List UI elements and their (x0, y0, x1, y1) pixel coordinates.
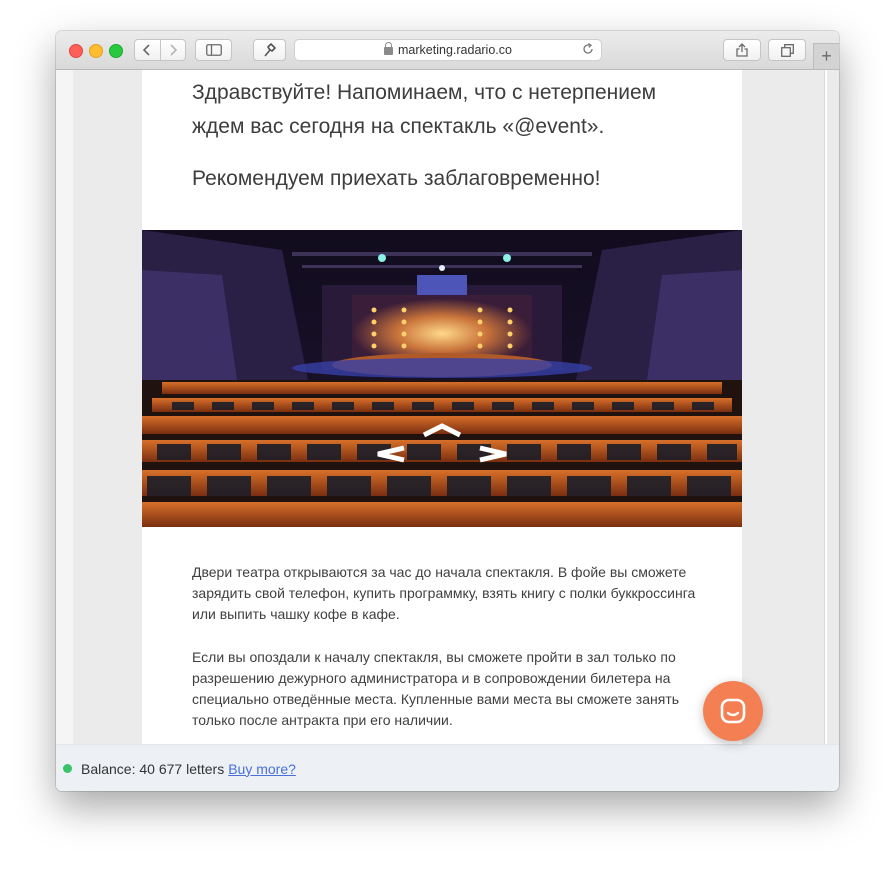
recommendation-heading: Рекомендуем приехать заблаговременно! (192, 167, 601, 190)
greeting-heading: Здравствуйте! Напоминаем, что с нетерпен… (192, 81, 657, 138)
reload-icon[interactable] (582, 42, 594, 58)
history-nav (134, 39, 186, 61)
forward-icon[interactable] (159, 40, 186, 60)
back-icon[interactable] (135, 40, 160, 60)
close-window-button[interactable] (69, 44, 83, 58)
tabs-icon[interactable] (768, 39, 806, 61)
status-dot (63, 764, 72, 773)
theater-panorama-image[interactable] (142, 230, 742, 527)
address-text: marketing.radario.co (398, 43, 512, 57)
buy-more-link[interactable]: Buy more? (228, 761, 296, 777)
balance-text: Balance: 40 677 letters (81, 760, 225, 777)
doors-open-paragraph: Двери театра открываются за час до начал… (192, 564, 696, 622)
minimize-window-button[interactable] (89, 44, 103, 58)
title-bar: marketing.radario.co + (56, 31, 839, 70)
address-bar[interactable]: marketing.radario.co (294, 39, 602, 61)
chat-icon (720, 698, 746, 724)
new-tab-icon[interactable]: + (813, 43, 839, 69)
chat-widget-button[interactable] (703, 681, 763, 741)
late-arrival-paragraph: Если вы опоздали к началу спектакля, вы … (192, 649, 680, 728)
browser-window: marketing.radario.co + Здравствуйте! Нап… (56, 31, 839, 791)
balance-footer: Balance: 40 677 letters Buy more? (56, 744, 839, 791)
share-icon[interactable] (723, 39, 761, 61)
page-left-gutter (56, 70, 73, 744)
extension-icon[interactable] (253, 39, 286, 61)
page-viewport: Здравствуйте! Напоминаем, что с нетерпен… (56, 70, 839, 744)
scrollbar-track[interactable] (824, 70, 827, 744)
lock-icon (384, 42, 394, 55)
email-content: Здравствуйте! Напоминаем, что с нетерпен… (142, 70, 742, 744)
sidebar-icon[interactable] (195, 39, 232, 61)
maximize-window-button[interactable] (109, 44, 123, 58)
